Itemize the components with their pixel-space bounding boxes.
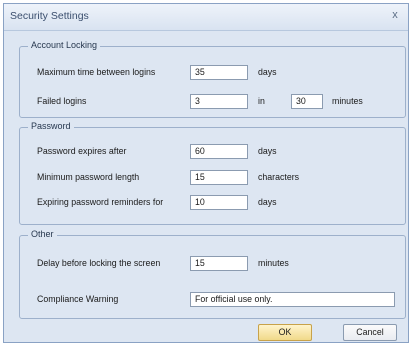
reminders-unit: days: [258, 197, 277, 207]
failed-window-unit: minutes: [332, 96, 363, 106]
dialog-title: Security Settings: [10, 10, 89, 22]
failed-logins-input[interactable]: 3: [190, 94, 248, 109]
max-time-input[interactable]: 35: [190, 65, 248, 80]
reminders-label: Expiring password reminders for: [37, 197, 164, 207]
lock-delay-input[interactable]: 15: [190, 256, 248, 271]
account-locking-group: Account Locking Maximum time between log…: [19, 40, 406, 118]
compliance-warning-input[interactable]: For official use only.: [190, 292, 395, 307]
max-time-label: Maximum time between logins: [37, 67, 156, 77]
ok-button[interactable]: OK: [258, 324, 312, 341]
security-settings-dialog: Security Settings x Account Locking Maxi…: [3, 3, 409, 343]
other-group: Other Delay before locking the screen 15…: [19, 229, 406, 319]
title-bar: Security Settings x: [4, 4, 408, 31]
password-group: Password Password expires after 60 days …: [19, 121, 406, 225]
password-legend: Password: [28, 121, 74, 131]
failed-window-input[interactable]: 30: [291, 94, 323, 109]
reminders-input[interactable]: 10: [190, 195, 248, 210]
min-length-label: Minimum password length: [37, 172, 140, 182]
lock-delay-unit: minutes: [258, 258, 289, 268]
other-legend: Other: [28, 229, 57, 239]
expires-label: Password expires after: [37, 146, 127, 156]
min-length-input[interactable]: 15: [190, 170, 248, 185]
close-icon[interactable]: x: [388, 8, 402, 22]
compliance-label: Compliance Warning: [37, 294, 119, 304]
max-time-unit: days: [258, 67, 277, 77]
failed-logins-label: Failed logins: [37, 96, 87, 106]
account-locking-legend: Account Locking: [28, 40, 101, 50]
expires-unit: days: [258, 146, 277, 156]
lock-delay-label: Delay before locking the screen: [37, 258, 161, 268]
expires-input[interactable]: 60: [190, 144, 248, 159]
failed-logins-in-label: in: [258, 96, 265, 106]
min-length-unit: characters: [258, 172, 300, 182]
cancel-button[interactable]: Cancel: [343, 324, 397, 341]
